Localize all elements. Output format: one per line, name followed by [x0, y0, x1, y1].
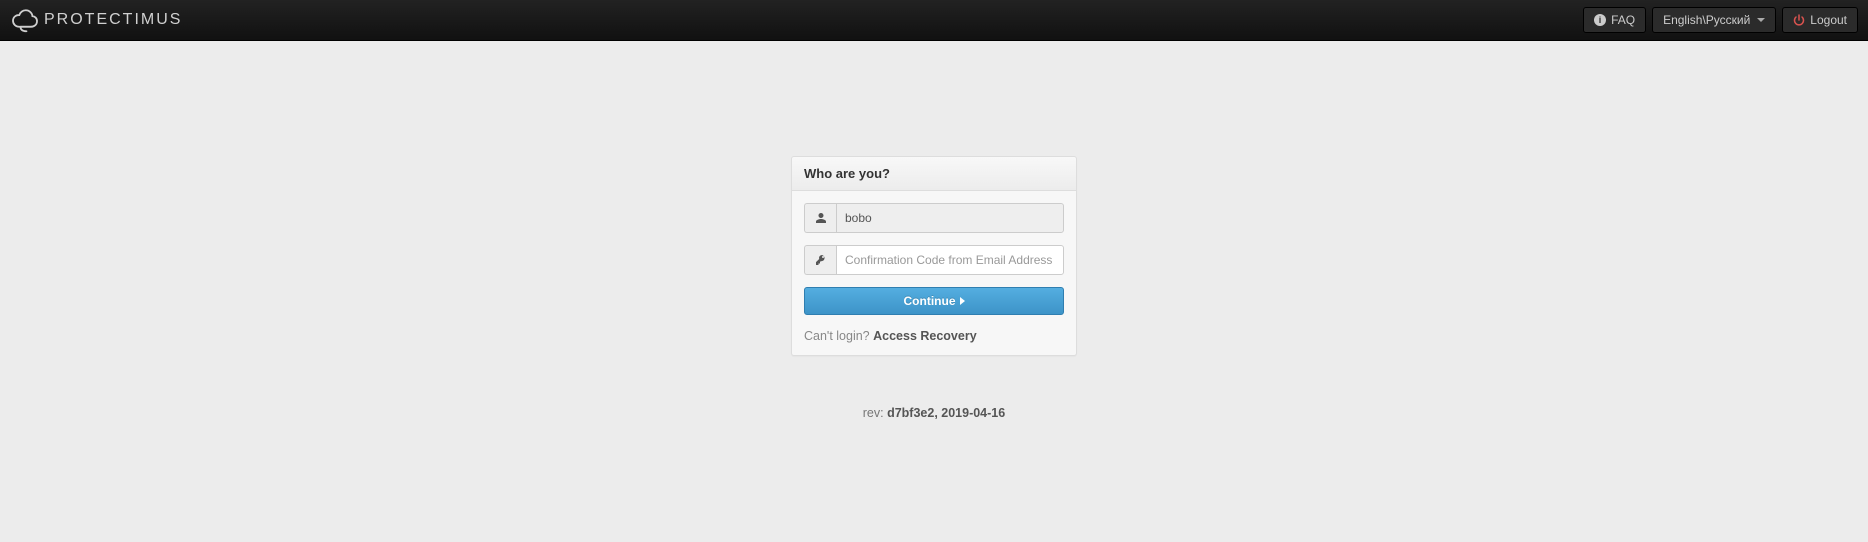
logout-button[interactable]: Logout [1782, 7, 1858, 33]
main-content: Who are you? Continue Can't login? Acces… [0, 41, 1868, 420]
confirmation-code-input[interactable] [836, 245, 1064, 275]
rev-prefix: rev: [863, 406, 887, 420]
continue-button[interactable]: Continue [804, 287, 1064, 315]
panel-title: Who are you? [792, 157, 1076, 191]
language-dropdown[interactable]: English\Русский [1652, 7, 1776, 33]
brand-text: PROTECTIMUS [44, 11, 182, 29]
caret-down-icon [1757, 18, 1765, 22]
faq-button[interactable]: i FAQ [1583, 7, 1646, 33]
code-group [804, 245, 1064, 275]
cant-login-text: Can't login? [804, 329, 873, 343]
access-recovery-link[interactable]: Access Recovery [873, 329, 977, 343]
chevron-right-icon [960, 297, 965, 305]
logout-label: Logout [1810, 13, 1847, 27]
faq-label: FAQ [1611, 13, 1635, 27]
username-input[interactable] [836, 203, 1064, 233]
continue-label: Continue [904, 294, 956, 308]
panel-body: Continue Can't login? Access Recovery [792, 191, 1076, 355]
revision-footer: rev: d7bf3e2, 2019-04-16 [863, 406, 1005, 420]
nav-right: i FAQ English\Русский Logout [1583, 7, 1858, 33]
rev-value: d7bf3e2, 2019-04-16 [887, 406, 1005, 420]
power-icon [1793, 14, 1805, 26]
recovery-line: Can't login? Access Recovery [804, 329, 1064, 343]
user-icon [804, 203, 836, 233]
username-group [804, 203, 1064, 233]
brand-logo[interactable]: PROTECTIMUS [10, 7, 182, 33]
login-panel: Who are you? Continue Can't login? Acces… [791, 156, 1077, 356]
top-navbar: PROTECTIMUS i FAQ English\Русский Logout [0, 0, 1868, 41]
cloud-lock-icon [10, 7, 40, 33]
language-label: English\Русский [1663, 13, 1750, 27]
info-icon: i [1594, 14, 1606, 26]
key-icon [804, 245, 836, 275]
